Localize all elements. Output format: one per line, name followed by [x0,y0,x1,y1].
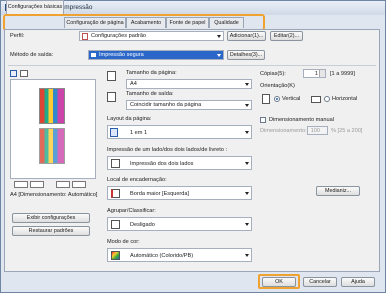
orientation-landscape-radio[interactable] [324,96,330,102]
duplex-icon [111,159,120,168]
page-nav-icon[interactable] [14,181,28,188]
chevron-down-icon [217,54,221,57]
profile-select[interactable]: Configurações padrão [79,31,224,41]
binding-icon [111,189,120,198]
output-size-icon [107,92,116,102]
orientation-portrait-label: Vertical [282,96,301,102]
layout-label: Layout da página: [107,116,152,122]
collate-icon [111,220,120,229]
output-method-label: Método de saída: [10,52,54,58]
duplex-value: Impressão dos dois lados [130,161,194,167]
chevron-down-icon [245,223,249,226]
page-size-icon [107,71,116,81]
scaling-input[interactable]: 100 [307,126,328,135]
orientation-landscape-label: Horizontal [332,96,358,102]
page-nav-icon[interactable] [72,181,86,188]
landscape-icon [311,96,321,103]
ok-button[interactable]: OK [262,277,296,287]
binding-value: Borda maior [Esquerda] [130,191,190,197]
collate-value: Desligado [130,222,155,228]
help-button[interactable]: Ajuda [341,277,375,287]
page-size-label: Tamanho da página: [126,70,177,76]
copies-label: Cópias(5): [260,71,286,77]
profile-value: Configurações padrão [91,33,147,39]
page-preview-thumbnail-back [39,128,65,164]
gutter-button[interactable]: Medianiz... [316,186,360,196]
profile-icon [82,33,88,40]
preview-pane [10,79,96,179]
copies-value: 1 [314,71,318,77]
output-size-label: Tamanho de saída: [126,91,174,97]
duplex-select[interactable]: Impressão dos dois lados [107,156,252,170]
add-profile-button[interactable]: Adicionar(1)... [227,31,266,41]
scaling-field-label: Dimensionamento: [260,128,307,134]
output-method-value: Impressão segura [99,52,144,58]
orientation-label: Orientação(K) [260,83,295,89]
page-nav-icon[interactable] [56,181,70,188]
binding-label: Local de encadernação: [107,177,167,183]
scaling-value: 100 [310,128,320,134]
chevron-down-icon [217,35,221,38]
page-size-value: A4 [130,81,137,87]
chevron-down-icon [245,83,249,86]
tab-basic-settings[interactable]: Configurações básicas [6,0,64,15]
restore-defaults-button[interactable]: Restaurar padrões [12,226,90,236]
layout-1in1-icon [110,128,118,137]
edit-profile-button[interactable]: Editar(2)... [270,31,303,41]
color-mode-select[interactable]: Automático (Colorido/PB) [107,248,252,262]
page-nav-icon[interactable] [30,181,44,188]
chevron-down-icon [245,192,249,195]
copies-input[interactable]: 1 [303,69,326,78]
page-size-select[interactable]: A4 [126,79,252,89]
manual-scaling-label: Dimensionamento manual [269,117,334,123]
color-mode-label: Modo de cor: [107,239,140,245]
page-preview-thumbnail [39,88,65,124]
color-mode-value: Automático (Colorido/PB) [130,253,194,259]
lock-icon [91,53,96,57]
binding-select[interactable]: Borda maior [Esquerda] [107,186,252,200]
color-mode-icon [111,251,120,260]
chevron-down-icon [245,162,249,165]
copies-range: [1 a 9999] [330,71,355,77]
divider [8,65,376,66]
view-settings-button[interactable]: Exibir configurações [12,213,90,223]
output-size-select[interactable]: Coincidir tamanho da página [126,100,252,110]
layout-mode-icon[interactable] [20,70,28,77]
portrait-icon [262,94,270,104]
spinner-icon[interactable] [319,70,325,77]
output-size-value: Coincidir tamanho da página [130,102,202,108]
collate-label: Agrupar/Classificar: [107,208,156,214]
manual-scaling-checkbox[interactable] [260,117,266,123]
output-method-select[interactable]: Impressão segura [88,50,224,60]
scaling-range: % [25 a 200] [331,128,363,134]
layout-select[interactable]: 1 em 1 [107,125,252,139]
chevron-down-icon [245,254,249,257]
details-button[interactable]: Detalhes(3)... [227,50,265,60]
preview-caption: A4 [Dimensionamento: Automático] [10,192,98,198]
profile-label: Perfil: [10,33,25,39]
chevron-down-icon [245,104,249,107]
layout-value: 1 em 1 [130,130,148,136]
chevron-down-icon [245,131,249,134]
preview-mode-icon[interactable] [10,70,17,77]
cancel-button[interactable]: Cancelar [303,277,337,287]
collate-select[interactable]: Desligado [107,217,252,231]
orientation-portrait-radio[interactable] [274,96,280,102]
duplex-label: Impressão de um lado/dos dois lados/de l… [107,147,228,153]
